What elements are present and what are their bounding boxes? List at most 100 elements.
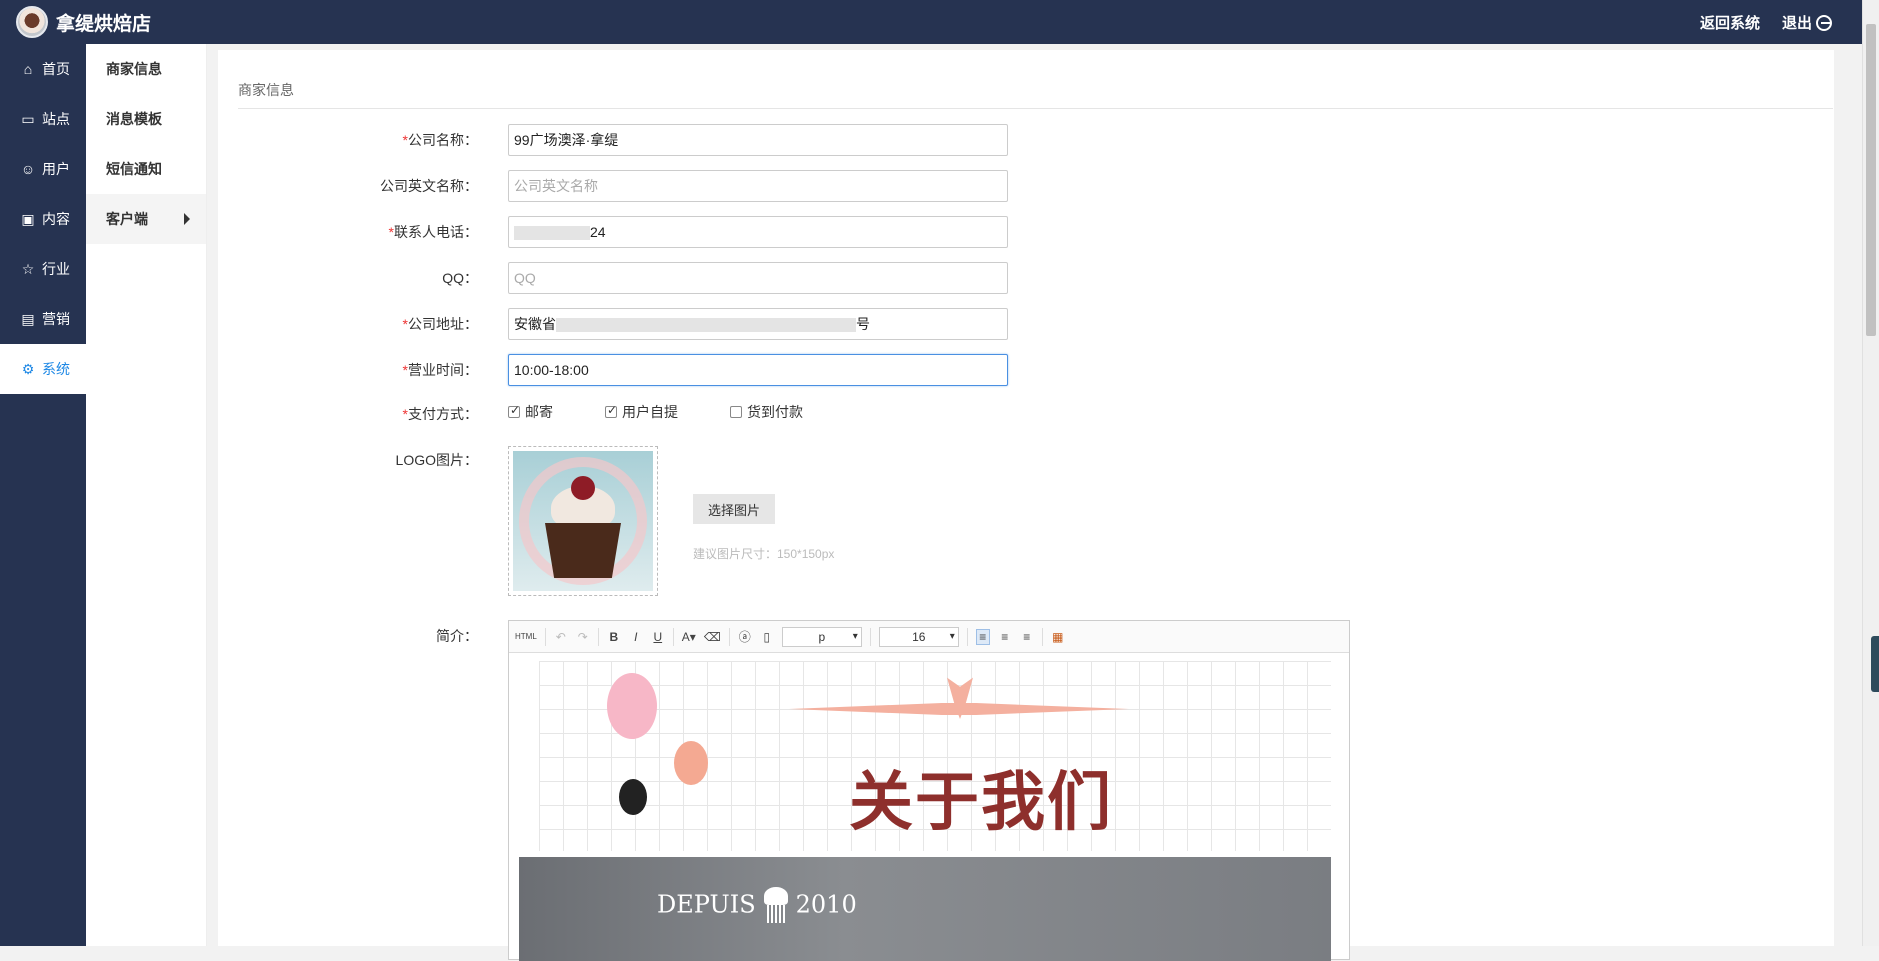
editor-content[interactable]: 关于我们 DEPUIS 2010 bbox=[519, 661, 1331, 961]
bold-button[interactable]: B bbox=[607, 630, 621, 644]
banner-year: 2010 bbox=[795, 890, 857, 919]
nav-item-site[interactable]: ▭ 站点 bbox=[0, 94, 86, 144]
font-color-button[interactable]: A▾ bbox=[682, 630, 696, 644]
phone-label: *联系人电话： bbox=[218, 222, 478, 242]
redacted-text bbox=[514, 226, 590, 241]
insert-image-icon[interactable]: ▦ bbox=[1051, 630, 1065, 644]
nav-item-system[interactable]: ⚙ 系统 bbox=[0, 344, 86, 394]
brand-area: 拿缇烘焙店 bbox=[16, 6, 151, 38]
eraser-icon[interactable]: ⌫ bbox=[704, 630, 721, 644]
underline-button[interactable]: U bbox=[651, 630, 665, 644]
address-input[interactable]: 安徽省 号 bbox=[508, 308, 1008, 340]
editor-toolbar: HTML ↶ ↷ B I U A▾ ⌫ ⓐ ▯ p 16 ≡ ≡ ≡ bbox=[509, 621, 1349, 653]
intro-label: 简介： bbox=[436, 628, 478, 644]
nav-background bbox=[0, 394, 86, 946]
subnav-item-client[interactable]: 客户端 bbox=[86, 194, 206, 244]
nav-item-marketing[interactable]: ▤ 营销 bbox=[0, 294, 86, 344]
divider bbox=[238, 108, 1833, 109]
qq-label: QQ： bbox=[442, 270, 478, 286]
panel-title: 商家信息 bbox=[238, 82, 294, 98]
italic-button[interactable]: I bbox=[629, 630, 643, 644]
nav-label: 内容 bbox=[42, 211, 70, 227]
label-text: 公司地址： bbox=[408, 316, 478, 332]
logo-preview bbox=[508, 446, 658, 596]
align-center-icon[interactable]: ≡ bbox=[998, 630, 1012, 644]
nav-label: 站点 bbox=[42, 111, 70, 127]
separator bbox=[597, 627, 599, 646]
payment-option-cod[interactable]: 货到付款 bbox=[730, 402, 803, 422]
logout-label: 退出 bbox=[1781, 15, 1812, 32]
redo-icon[interactable]: ↷ bbox=[576, 630, 590, 644]
main-panel: 商家信息 *公司名称： 99广场澳泽·拿缇 公司英文名称： 公司英文名称 *联系… bbox=[218, 50, 1834, 961]
side-tab[interactable] bbox=[1871, 636, 1879, 692]
phone-input[interactable]: 24 bbox=[508, 216, 1008, 248]
nav-item-content[interactable]: ▣ 内容 bbox=[0, 194, 86, 244]
anchor-icon[interactable]: ⓐ bbox=[738, 628, 752, 645]
address-value-prefix: 安徽省 bbox=[514, 316, 556, 332]
font-color-glyph: A bbox=[681, 629, 690, 644]
option-label: 货到付款 bbox=[747, 404, 803, 420]
choose-image-button[interactable]: 选择图片 bbox=[693, 494, 775, 524]
align-left-icon[interactable]: ≡ bbox=[975, 628, 990, 645]
scrollbar-thumb[interactable] bbox=[1866, 24, 1876, 336]
subnav-item-sms-notice[interactable]: 短信通知 bbox=[86, 144, 206, 194]
wallet-icon: ▤ bbox=[21, 310, 35, 327]
cupcake-image bbox=[513, 451, 653, 591]
separator bbox=[869, 627, 871, 646]
qq-input[interactable]: QQ bbox=[508, 262, 1008, 294]
phone-value-suffix: 24 bbox=[590, 224, 606, 240]
nav-label: 首页 bbox=[42, 61, 70, 77]
cupcake-icon bbox=[762, 887, 790, 925]
subnav-item-message-template[interactable]: 消息模板 bbox=[86, 94, 206, 144]
nav-label: 行业 bbox=[42, 261, 70, 277]
payment-option-mail[interactable]: 邮寄 bbox=[508, 402, 553, 422]
checkbox[interactable] bbox=[508, 403, 520, 418]
option-label: 邮寄 bbox=[525, 404, 553, 420]
pink-dot bbox=[607, 673, 657, 739]
star-icon: ☆ bbox=[21, 260, 35, 277]
rich-text-editor[interactable]: HTML ↶ ↷ B I U A▾ ⌫ ⓐ ▯ p 16 ≡ ≡ ≡ bbox=[508, 620, 1350, 961]
top-actions: 返回系统 退出 bbox=[1700, 12, 1832, 33]
hours-input[interactable]: 10:00-18:00 bbox=[508, 354, 1008, 386]
black-dot bbox=[619, 779, 647, 815]
checkbox[interactable] bbox=[730, 406, 742, 418]
undo-icon[interactable]: ↶ bbox=[554, 630, 568, 644]
page-icon[interactable]: ▯ bbox=[760, 630, 774, 644]
company-name-input[interactable]: 99广场澳泽·拿缇 bbox=[508, 124, 1008, 156]
nav-item-user[interactable]: ☺ 用户 bbox=[0, 144, 86, 194]
payment-option-pickup[interactable]: 用户自提 bbox=[605, 402, 678, 422]
subnav-item-merchant-info[interactable]: 商家信息 bbox=[86, 44, 206, 94]
html-source-button[interactable]: HTML bbox=[515, 632, 537, 641]
caret-right-icon bbox=[184, 213, 190, 225]
brand-name: 拿缇烘焙店 bbox=[56, 13, 152, 35]
label-text: 营业时间： bbox=[408, 362, 478, 378]
option-label: 用户自提 bbox=[622, 404, 678, 420]
about-us-heading: 关于我们 bbox=[849, 766, 1113, 840]
separator bbox=[544, 627, 546, 646]
label-text: 联系人电话： bbox=[394, 224, 478, 240]
back-to-system-button[interactable]: 返回系统 bbox=[1700, 12, 1760, 33]
align-right-icon[interactable]: ≡ bbox=[1020, 630, 1034, 644]
logout-button[interactable]: 退出 bbox=[1782, 12, 1832, 33]
font-size-select[interactable]: 16 bbox=[878, 626, 959, 647]
nav-item-home[interactable]: ⌂ 首页 bbox=[0, 44, 86, 94]
nav-label: 系统 bbox=[42, 361, 70, 377]
nav-item-industry[interactable]: ☆ 行业 bbox=[0, 244, 86, 294]
company-name-label: *公司名称： bbox=[218, 130, 478, 150]
checkbox[interactable] bbox=[605, 403, 617, 418]
page-scrollbar[interactable] bbox=[1862, 0, 1879, 946]
address-value-suffix: 号 bbox=[856, 316, 870, 332]
format-select[interactable]: p bbox=[781, 626, 862, 647]
company-en-label: 公司英文名称： bbox=[380, 178, 478, 194]
cake-cup bbox=[545, 523, 621, 578]
cherry bbox=[571, 476, 595, 500]
banner-left-text: DEPUIS bbox=[657, 890, 756, 919]
company-en-input[interactable]: 公司英文名称 bbox=[508, 170, 1008, 202]
payment-options: 邮寄 用户自提 货到付款 bbox=[508, 402, 855, 422]
subnav-label: 客户端 bbox=[106, 211, 148, 227]
top-bar: 拿缇烘焙店 返回系统 退出 bbox=[0, 0, 1862, 44]
label-text: 公司名称： bbox=[408, 132, 478, 148]
payment-label: *支付方式： bbox=[218, 404, 478, 424]
label-text: 支付方式： bbox=[408, 406, 478, 422]
user-icon: ☺ bbox=[20, 161, 36, 177]
